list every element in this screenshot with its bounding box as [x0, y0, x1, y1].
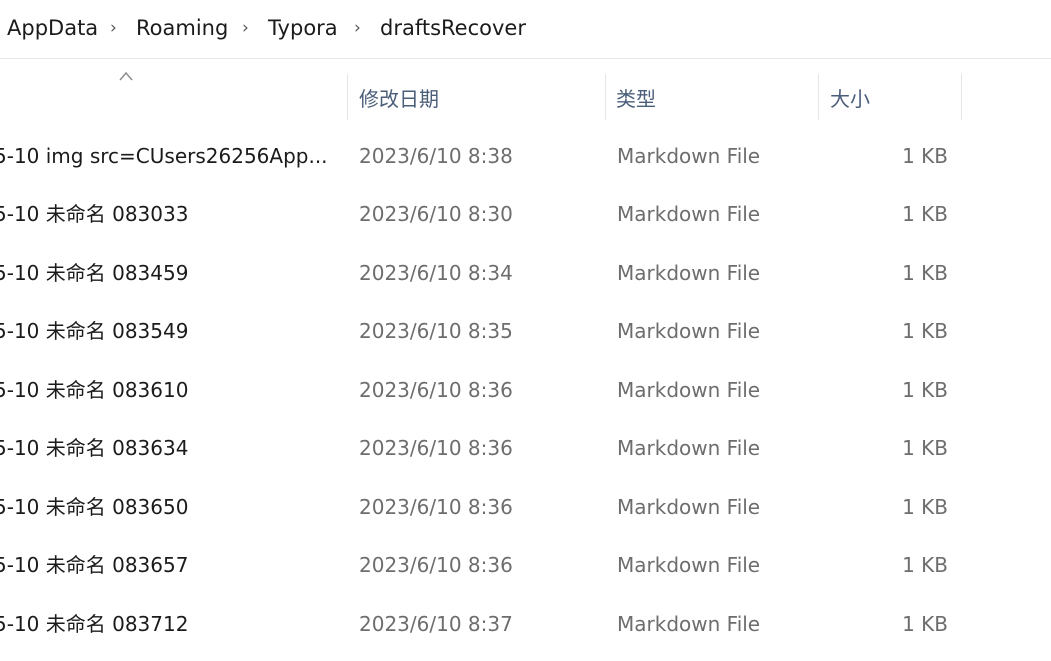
- column-header-type[interactable]: 类型: [616, 80, 656, 118]
- file-size: 1 KB: [902, 612, 948, 636]
- file-row[interactable]: 5-10 未命名 083549 2023/6/10 8:35 Markdown …: [0, 302, 1051, 360]
- file-name[interactable]: 5-10 未命名 083459: [0, 244, 339, 302]
- file-modified-date: 2023/6/10 8:36: [359, 553, 513, 577]
- file-row[interactable]: 5-10 未命名 083610 2023/6/10 8:36 Markdown …: [0, 361, 1051, 419]
- file-modified-date: 2023/6/10 8:35: [359, 319, 513, 343]
- file-row[interactable]: 5-10 未命名 083459 2023/6/10 8:34 Markdown …: [0, 244, 1051, 302]
- file-modified-date: 2023/6/10 8:37: [359, 612, 513, 636]
- column-divider[interactable]: [347, 74, 348, 120]
- file-name[interactable]: 5-10 未命名 083634: [0, 419, 339, 477]
- chevron-right-icon[interactable]: ›: [354, 13, 361, 43]
- file-type: Markdown File: [617, 319, 761, 343]
- column-header-date[interactable]: 修改日期: [359, 80, 439, 118]
- file-type: Markdown File: [617, 612, 761, 636]
- file-type: Markdown File: [617, 202, 761, 226]
- file-size: 1 KB: [902, 436, 948, 460]
- file-modified-date: 2023/6/10 8:36: [359, 378, 513, 402]
- breadcrumb-item-typora[interactable]: Typora: [268, 13, 338, 43]
- file-size: 1 KB: [902, 202, 948, 226]
- file-explorer: AppData › Roaming › Typora › draftsRecov…: [0, 0, 1051, 661]
- file-modified-date: 2023/6/10 8:36: [359, 495, 513, 519]
- file-modified-date: 2023/6/10 8:30: [359, 202, 513, 226]
- file-size: 1 KB: [902, 144, 948, 168]
- file-row[interactable]: 5-10 未命名 083033 2023/6/10 8:30 Markdown …: [0, 185, 1051, 243]
- file-modified-date: 2023/6/10 8:34: [359, 261, 513, 285]
- file-name[interactable]: 5-10 未命名 083033: [0, 185, 339, 243]
- file-row[interactable]: 5-10 img src=CUsers26256App... 2023/6/10…: [0, 127, 1051, 185]
- file-type: Markdown File: [617, 261, 761, 285]
- file-type: Markdown File: [617, 378, 761, 402]
- file-name[interactable]: 5-10 未命名 083650: [0, 478, 339, 536]
- column-divider[interactable]: [605, 74, 606, 120]
- file-row[interactable]: 5-10 未命名 083634 2023/6/10 8:36 Markdown …: [0, 419, 1051, 477]
- file-name[interactable]: 5-10 未命名 083549: [0, 302, 339, 360]
- chevron-right-icon[interactable]: ›: [110, 13, 117, 43]
- file-type: Markdown File: [617, 495, 761, 519]
- breadcrumb-item-appdata[interactable]: AppData: [7, 13, 98, 43]
- file-modified-date: 2023/6/10 8:38: [359, 144, 513, 168]
- column-divider[interactable]: [818, 74, 819, 120]
- file-type: Markdown File: [617, 553, 761, 577]
- breadcrumb-item-draftsrecover[interactable]: draftsRecover: [380, 13, 526, 43]
- column-divider[interactable]: [961, 74, 962, 120]
- chevron-right-icon[interactable]: ›: [242, 13, 249, 43]
- file-size: 1 KB: [902, 553, 948, 577]
- column-header-size[interactable]: 大小: [830, 80, 870, 118]
- file-row[interactable]: 5-10 未命名 083657 2023/6/10 8:36 Markdown …: [0, 536, 1051, 594]
- file-size: 1 KB: [902, 495, 948, 519]
- column-header-name[interactable]: [0, 80, 340, 118]
- breadcrumb: AppData › Roaming › Typora › draftsRecov…: [0, 0, 1051, 59]
- file-type: Markdown File: [617, 436, 761, 460]
- file-name[interactable]: 5-10 未命名 083712: [0, 595, 339, 653]
- file-name[interactable]: 5-10 img src=CUsers26256App...: [0, 127, 339, 185]
- file-row[interactable]: 5-10 未命名 083712 2023/6/10 8:37 Markdown …: [0, 595, 1051, 653]
- file-size: 1 KB: [902, 319, 948, 343]
- file-name[interactable]: 5-10 未命名 083657: [0, 536, 339, 594]
- file-size: 1 KB: [902, 261, 948, 285]
- file-size: 1 KB: [902, 378, 948, 402]
- file-row[interactable]: 5-10 未命名 083650 2023/6/10 8:36 Markdown …: [0, 478, 1051, 536]
- file-name[interactable]: 5-10 未命名 083610: [0, 361, 339, 419]
- file-type: Markdown File: [617, 144, 761, 168]
- file-modified-date: 2023/6/10 8:36: [359, 436, 513, 460]
- breadcrumb-item-roaming[interactable]: Roaming: [136, 13, 228, 43]
